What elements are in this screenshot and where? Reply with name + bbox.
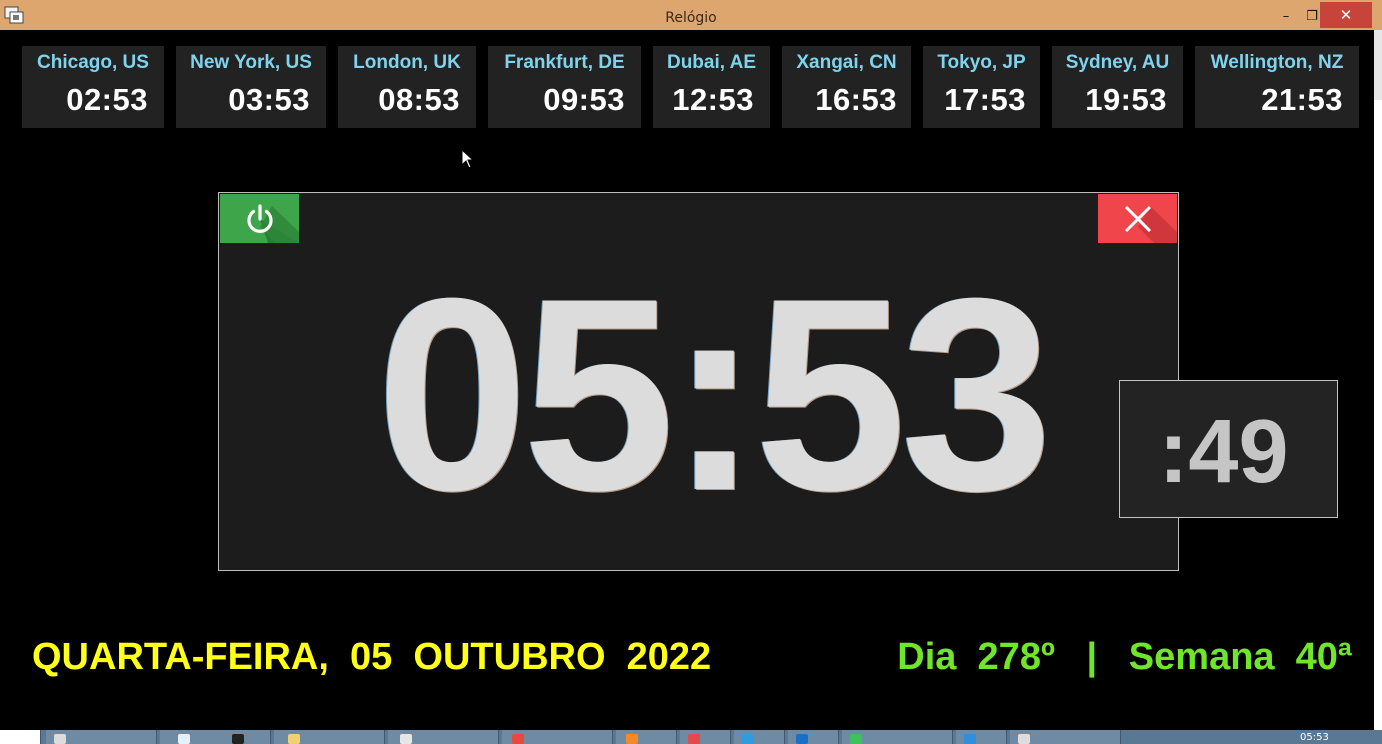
close-clock-button[interactable]: [1098, 194, 1177, 243]
taskbar-item[interactable]: [616, 730, 677, 744]
city-name: London, UK: [353, 52, 461, 73]
city-name: Frankfurt, DE: [504, 52, 625, 73]
taskbar-item[interactable]: [1010, 730, 1121, 744]
clock-app-window: Relógio – ❐ ✕ Chicago, US 02:53 New York…: [0, 0, 1382, 744]
city-time: 08:53: [378, 82, 460, 117]
clock-taskbar-icon: [1018, 734, 1030, 744]
city-clock-xangai: Xangai, CN 16:53: [782, 46, 911, 128]
city-time: 19:53: [1085, 82, 1167, 117]
date-text: QUARTA-FEIRA, 05 OUTUBRO 2022: [32, 636, 712, 678]
minimize-button[interactable]: –: [1272, 4, 1300, 28]
app-taskbar-icon: [796, 734, 808, 744]
city-name: Xangai, CN: [796, 52, 897, 73]
mouse-cursor-icon: [461, 149, 475, 169]
taskbar-item[interactable]: [274, 730, 385, 744]
power-button[interactable]: [220, 194, 299, 243]
city-name: Wellington, NZ: [1210, 52, 1344, 73]
city-name: New York, US: [190, 52, 312, 73]
city-time: 03:53: [228, 82, 310, 117]
city-time: 09:53: [543, 82, 625, 117]
city-time: 17:53: [944, 82, 1026, 117]
app-taskbar-icon: [688, 734, 700, 744]
app-taskbar-icon: [178, 734, 190, 744]
city-time: 21:53: [1261, 82, 1343, 117]
city-time: 02:53: [66, 82, 148, 117]
city-name: Tokyo, JP: [937, 52, 1026, 73]
folder-taskbar-icon: [288, 734, 300, 744]
city-name: Sydney, AU: [1065, 52, 1170, 73]
start-button[interactable]: [0, 730, 41, 744]
taskbar[interactable]: 05:53: [0, 730, 1382, 744]
seconds-panel: :49: [1119, 380, 1338, 518]
city-time: 12:53: [672, 82, 754, 117]
city-clock-new-york: New York, US 03:53: [176, 46, 326, 128]
app-taskbar-icon: [400, 734, 412, 744]
seconds-display: :49: [1158, 402, 1289, 502]
scrollbar-thumb[interactable]: [1374, 30, 1382, 100]
city-clock-wellington: Wellington, NZ 21:53: [1195, 46, 1359, 128]
close-x-icon: [1124, 205, 1152, 233]
window-title: Relógio: [665, 10, 717, 26]
window-edge-scrollbar[interactable]: [1374, 30, 1382, 730]
power-icon: [247, 204, 273, 233]
terminal-taskbar-icon: [232, 734, 244, 744]
chrome-taskbar-icon: [512, 734, 524, 744]
whatsapp-taskbar-icon: [850, 734, 862, 744]
city-clock-dubai: Dubai, AE 12:53: [653, 46, 770, 128]
taskbar-item[interactable]: [388, 730, 499, 744]
taskbar-item[interactable]: [680, 730, 731, 744]
taskbar-item[interactable]: [160, 730, 271, 744]
title-bar[interactable]: Relógio – ❐ ✕: [0, 0, 1382, 30]
taskbar-clock[interactable]: 05:53: [1300, 732, 1329, 743]
app-taskbar-icon: [54, 734, 66, 744]
firefox-taskbar-icon: [626, 734, 638, 744]
taskbar-item[interactable]: [842, 730, 953, 744]
taskbar-item[interactable]: [46, 730, 157, 744]
day-week-text: Dia 278º | Semana 40ª: [897, 636, 1352, 678]
city-clock-tokyo: Tokyo, JP 17:53: [923, 46, 1040, 128]
city-clock-frankfurt: Frankfurt, DE 09:53: [488, 46, 641, 128]
taskbar-item[interactable]: [788, 730, 839, 744]
taskbar-item[interactable]: [956, 730, 1007, 744]
app-taskbar-icon: [742, 734, 754, 744]
main-time-display: 05:53: [376, 242, 1053, 548]
window-close-button[interactable]: ✕: [1320, 2, 1372, 28]
taskbar-item[interactable]: [734, 730, 785, 744]
taskbar-item[interactable]: [502, 730, 613, 744]
city-time: 16:53: [815, 82, 897, 117]
city-name: Chicago, US: [37, 52, 149, 73]
city-name: Dubai, AE: [666, 52, 757, 73]
city-clock-chicago: Chicago, US 02:53: [22, 46, 164, 128]
main-clock-panel: 05:53: [218, 192, 1179, 571]
city-clock-sydney: Sydney, AU 19:53: [1052, 46, 1183, 128]
app-taskbar-icon: [964, 734, 976, 744]
city-clock-london: London, UK 08:53: [338, 46, 476, 128]
